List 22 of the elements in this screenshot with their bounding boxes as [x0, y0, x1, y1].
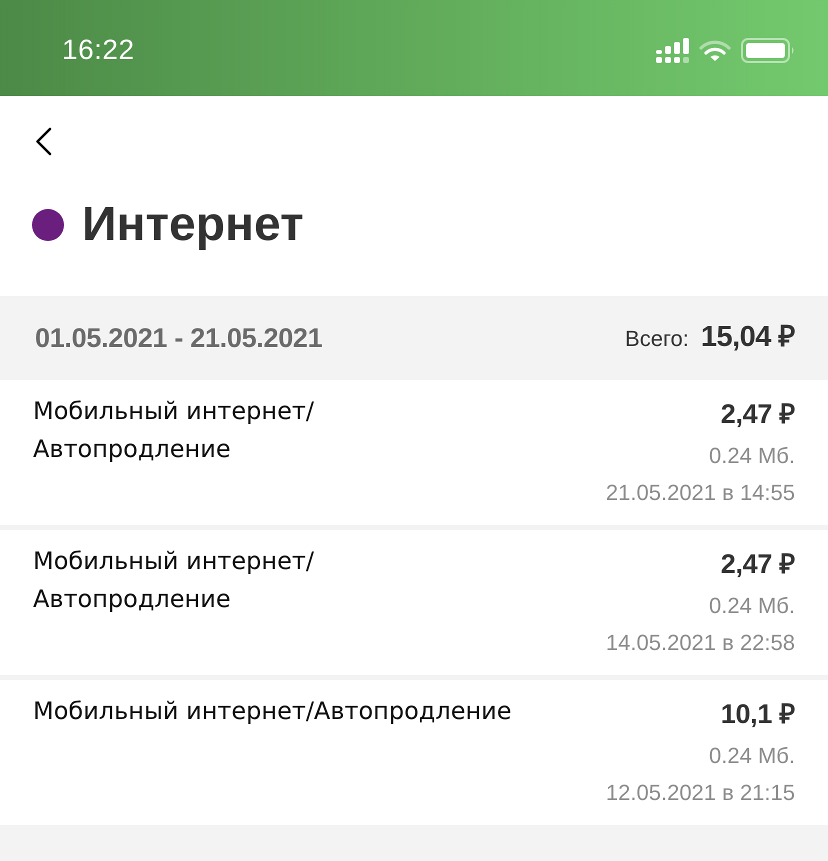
date-range: 01.05.2021 - 21.05.2021: [35, 322, 322, 355]
charge-amount: 10,1 ₽: [720, 698, 795, 731]
charge-volume: 0.24 Мб.: [708, 442, 795, 470]
charge-datetime: 12.05.2021 в 21:15: [606, 779, 795, 807]
status-time: 16:22: [62, 33, 135, 67]
chevron-left-icon: [35, 127, 52, 156]
charge-datetime: 14.05.2021 в 22:58: [606, 629, 795, 657]
back-button[interactable]: [35, 127, 52, 156]
charge-amount: 2,47 ₽: [720, 398, 795, 431]
charge-title: Мобильный интернет/ Автопродление: [33, 546, 314, 615]
charge-volume: 0.24 Мб.: [708, 592, 795, 620]
charge-amount: 2,47 ₽: [720, 548, 795, 581]
total-label: Всего:: [625, 325, 689, 354]
charge-title: Мобильный интернет/Автопродление: [33, 696, 512, 727]
signal-icon: [656, 37, 689, 63]
charge-title: Мобильный интернет/ Автопродление: [33, 396, 314, 465]
charge-volume: 0.24 Мб.: [708, 742, 795, 770]
wifi-icon: [699, 40, 731, 60]
charge-datetime: 21.05.2021 в 14:55: [606, 479, 795, 507]
total-amount: 15,04 ₽: [700, 320, 795, 356]
battery-icon: [741, 38, 795, 62]
page-title: Интернет: [82, 197, 304, 253]
